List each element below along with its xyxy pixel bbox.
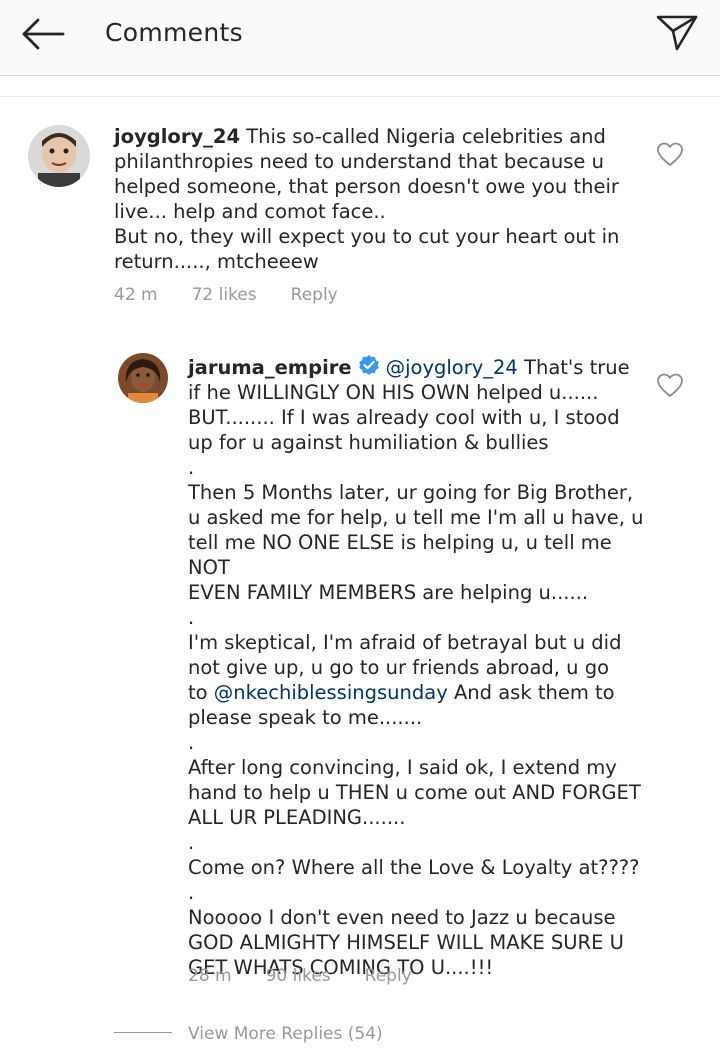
reply-username[interactable]: jaruma_empire [188,356,352,379]
comment-time: 42 m [114,285,158,305]
profile-photo-icon [118,353,168,403]
reply-meta: 28 m 90 likes Reply [188,966,446,986]
back-arrow-icon [22,18,65,50]
heart-icon[interactable] [656,141,684,169]
reply-time: 28 m [188,966,232,986]
reply-mention[interactable]: @joyglory_24 [386,356,518,379]
reply-body: jaruma_empire @joyglory_24 That's true if… [188,354,658,980]
top-bar: Comments [0,0,720,76]
page-title: Comments [105,18,243,47]
reply-button[interactable]: Reply [365,966,412,986]
avatar[interactable] [28,125,90,187]
comment-body: joyglory_24 This so-called Nigeria celeb… [114,124,654,274]
reply-likes[interactable]: 90 likes [266,966,331,986]
view-more-replies-button[interactable]: View More Replies (54) [188,1024,383,1044]
send-icon [656,15,698,51]
reply-text: That's true if he WILLINGLY ON HIS OWN h… [188,356,644,704]
avatar[interactable] [118,353,168,403]
heart-icon[interactable] [656,372,684,400]
reply-text-continued: And ask them to please speak to me......… [188,681,641,979]
verified-badge-icon [358,355,379,375]
replies-divider [114,1032,172,1033]
profile-photo-icon [28,125,90,187]
back-button[interactable] [16,14,68,54]
comment-likes[interactable]: 72 likes [192,285,257,305]
reply-button[interactable]: Reply [291,285,338,305]
comment-username[interactable]: joyglory_24 [114,125,240,148]
divider [0,96,720,97]
reply-mention-2[interactable]: @nkechiblessingsunday [214,681,448,704]
share-button[interactable] [652,12,702,54]
comment-meta: 42 m 72 likes Reply [114,285,372,305]
